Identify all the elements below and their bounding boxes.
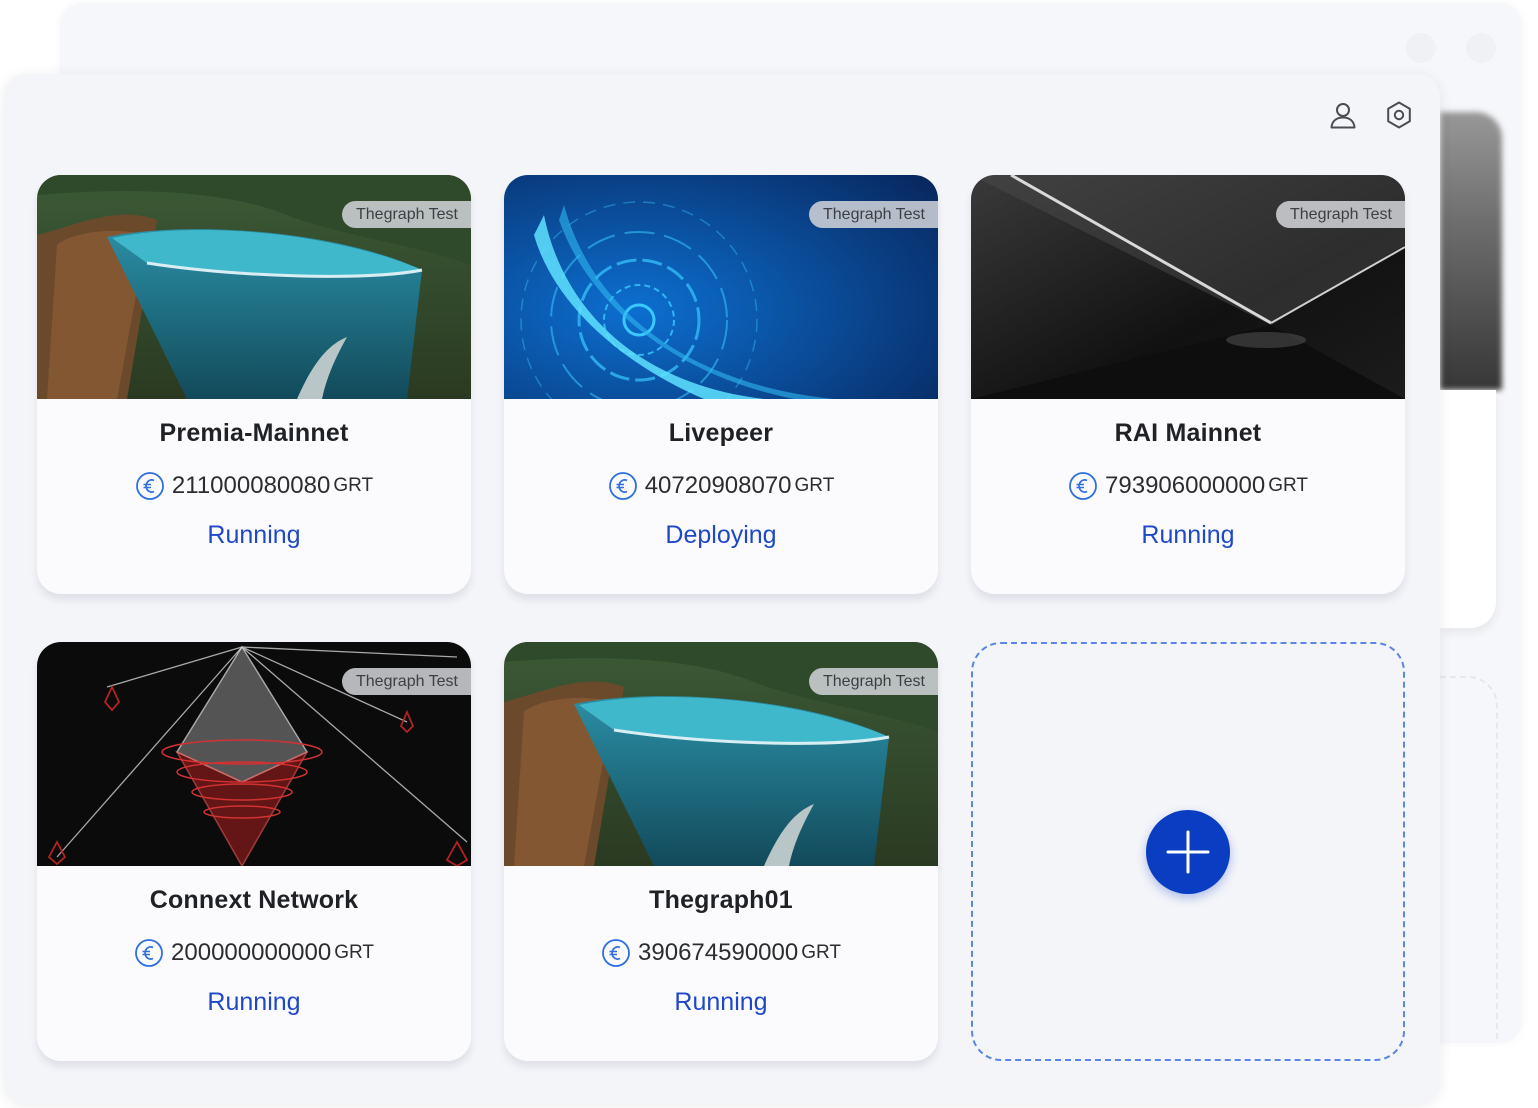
project-card[interactable]: Thegraph Test RAI Mainnet 793906000000 G…	[971, 175, 1405, 594]
project-card[interactable]: Thegraph Test Connext Network 2000000000…	[37, 642, 471, 1061]
balance-amount: 200000000000	[171, 939, 332, 966]
project-image: Thegraph Test	[37, 642, 471, 866]
network-tag: Thegraph Test	[342, 668, 471, 695]
plus-icon	[1166, 830, 1210, 873]
project-title: Connext Network	[149, 886, 359, 914]
project-title: Premia-Mainnet	[159, 419, 349, 447]
balance-amount: 390674590000	[638, 939, 799, 966]
network-tag: Thegraph Test	[809, 201, 938, 228]
balance-unit: GRT	[794, 475, 835, 496]
project-image: Thegraph Test	[504, 175, 938, 399]
project-title: Livepeer	[668, 419, 774, 447]
background-card-image	[1440, 112, 1502, 390]
network-tag: Thegraph Test	[342, 201, 471, 228]
network-tag: Thegraph Test	[1276, 201, 1405, 228]
toolbar	[1326, 98, 1416, 132]
euro-coin-icon	[135, 939, 163, 967]
add-project-button[interactable]	[1146, 809, 1230, 894]
project-card[interactable]: Thegraph Test Thegraph01 390674590000 GR…	[504, 642, 938, 1061]
project-title: Thegraph01	[649, 886, 793, 914]
project-image: Thegraph Test	[504, 642, 938, 866]
background-card	[1440, 390, 1496, 628]
status-text: Deploying	[665, 521, 777, 549]
balance-unit: GRT	[333, 475, 374, 496]
balance-unit: GRT	[801, 942, 841, 963]
status-text: Running	[207, 521, 301, 549]
balance-amount: 40720908070	[644, 472, 792, 499]
balance-row: 211000080080 GRT	[37, 471, 471, 501]
euro-coin-icon	[602, 939, 630, 967]
background-add-card	[1440, 676, 1498, 1042]
status-text: Running	[674, 988, 768, 1016]
network-tag: Thegraph Test	[809, 668, 938, 695]
balance-unit: GRT	[1268, 475, 1308, 496]
balance-amount: 211000080080	[171, 472, 331, 499]
user-icon	[1330, 103, 1356, 129]
balance-row: 200000000000 GRT	[37, 938, 471, 968]
balance-unit: GRT	[334, 942, 374, 963]
balance-amount: 793906000000	[1105, 472, 1266, 499]
project-card[interactable]: Thegraph Test Livepeer 40720908070 GRT D…	[504, 175, 938, 594]
settings-button[interactable]	[1382, 98, 1416, 132]
euro-coin-icon	[136, 472, 164, 500]
main-window: Thegraph Test Premia-Mainnet 21100008008…	[4, 74, 1440, 1104]
balance-row: 390674590000 GRT	[504, 938, 938, 968]
project-title: RAI Mainnet	[1114, 419, 1262, 447]
add-project-card[interactable]	[971, 642, 1405, 1061]
background-toolbar	[1406, 33, 1496, 63]
euro-coin-icon	[608, 472, 637, 500]
project-grid: Thegraph Test Premia-Mainnet 21100008008…	[37, 175, 1405, 1061]
gear-icon	[1387, 101, 1411, 129]
balance-row: 40720908070 GRT	[504, 471, 938, 501]
status-text: Running	[1141, 521, 1235, 549]
project-card[interactable]: Thegraph Test Premia-Mainnet 21100008008…	[37, 175, 471, 594]
status-text: Running	[207, 988, 301, 1016]
project-image: Thegraph Test	[37, 175, 471, 399]
project-image: Thegraph Test	[971, 175, 1405, 399]
balance-row: 793906000000 GRT	[971, 471, 1405, 501]
user-button[interactable]	[1326, 98, 1360, 132]
euro-coin-icon	[1069, 472, 1097, 500]
